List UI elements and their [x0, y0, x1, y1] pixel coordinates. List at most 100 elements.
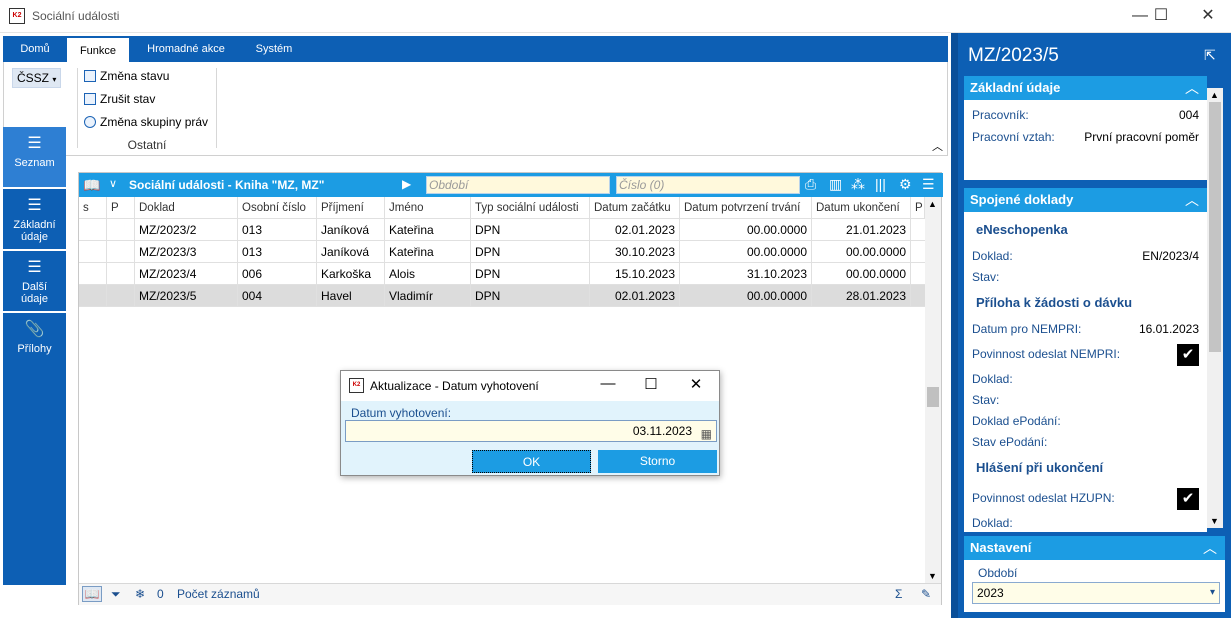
- chevron-down-icon[interactable]: ▼: [1210, 516, 1219, 526]
- dropdown-icon[interactable]: ▾: [1210, 583, 1215, 603]
- sum-icon[interactable]: Σ: [895, 587, 902, 601]
- cell: MZ/2023/2: [135, 219, 238, 241]
- state2-label: Stav:: [972, 393, 1000, 407]
- cssz-button[interactable]: ČSSZ ▾: [12, 68, 62, 88]
- cell: 00.00.0000: [812, 263, 911, 285]
- table-row[interactable]: MZ/2023/4 006 Karkoška Alois DPN 15.10.2…: [79, 263, 925, 285]
- edit-icon[interactable]: ✎: [921, 587, 931, 601]
- chevron-down-icon[interactable]: ▼: [928, 571, 937, 581]
- collapse-ribbon-icon[interactable]: ︿: [932, 138, 943, 154]
- cell: [79, 219, 107, 241]
- hierarchy-icon[interactable]: ⁂: [851, 176, 865, 193]
- doc3-row: Doklad:: [972, 516, 1199, 532]
- cell: Janíková: [317, 241, 385, 263]
- column-header[interactable]: Doklad: [135, 197, 238, 219]
- table-row[interactable]: MZ/2023/5 004 Havel Vladimír DPN 02.01.2…: [79, 285, 925, 307]
- column-header[interactable]: Datum začátku: [590, 197, 680, 219]
- period-field[interactable]: 2023 ▾: [972, 582, 1220, 604]
- calendar-icon[interactable]: ▦: [701, 424, 712, 444]
- filter-icon[interactable]: ⏷: [111, 587, 121, 602]
- close-button[interactable]: ✕: [1185, 0, 1231, 32]
- cell: DPN: [471, 263, 590, 285]
- detail-scrollbar[interactable]: ▲ ▼: [1207, 88, 1223, 528]
- cell: 15.10.2023: [590, 263, 680, 285]
- column-header[interactable]: s: [79, 197, 107, 219]
- column-header[interactable]: Osobní číslo: [238, 197, 317, 219]
- group-label-ostatni: Ostatní: [127, 138, 167, 152]
- scroll-thumb[interactable]: [1209, 102, 1221, 352]
- chevron-up-icon[interactable]: ︿: [1185, 76, 1199, 100]
- grid-title: Sociální události - Kniha "MZ, MZ": [129, 178, 325, 192]
- cell: Vladimír: [385, 285, 471, 307]
- doc-value[interactable]: EN/2023/4: [1142, 249, 1199, 263]
- popout-icon[interactable]: ⇱: [1204, 47, 1216, 64]
- change-state-button[interactable]: Změna stavu: [84, 69, 169, 83]
- book-icon[interactable]: 📖: [82, 586, 102, 602]
- cancel-state-label: Zrušit stav: [100, 92, 156, 106]
- lock-icon: [84, 116, 96, 128]
- period-filter-input[interactable]: Období: [426, 176, 610, 194]
- nav-prilohy[interactable]: 📎 Přílohy: [3, 313, 66, 373]
- column-header[interactable]: Typ sociální události: [471, 197, 590, 219]
- nav-seznam[interactable]: ☰ Seznam: [3, 127, 66, 187]
- tab-domu[interactable]: Domů: [3, 36, 67, 62]
- column-header[interactable]: Datum potvrzení trvání: [680, 197, 812, 219]
- cancel-button[interactable]: Storno: [598, 450, 717, 473]
- chevron-up-icon[interactable]: ︿: [1203, 536, 1217, 560]
- column-header[interactable]: P: [911, 197, 925, 219]
- hzupn-label: Povinnost odeslat HZUPN:: [972, 491, 1115, 505]
- chevron-down-icon[interactable]: ∨: [109, 177, 117, 190]
- grid-scrollbar[interactable]: ▲ ▼: [925, 197, 941, 583]
- minimize-button[interactable]: —: [593, 375, 623, 392]
- cell: Karkoška: [317, 263, 385, 285]
- snowflake-icon[interactable]: ❄: [135, 587, 145, 601]
- epodani-state-label: Stav ePodání:: [972, 435, 1048, 449]
- pane-splitter[interactable]: [951, 33, 958, 618]
- number-search-input[interactable]: Číslo (0): [616, 176, 800, 194]
- play-arrow-icon[interactable]: ▶: [402, 177, 411, 191]
- chevron-up-icon[interactable]: ▲: [928, 199, 937, 209]
- cell: [79, 263, 107, 285]
- ribbon-tabs: Domů Funkce Hromadné akce Systém: [3, 36, 948, 64]
- column-header[interactable]: P: [107, 197, 135, 219]
- table-row[interactable]: MZ/2023/2 013 Janíková Kateřina DPN 02.0…: [79, 219, 925, 241]
- menu-icon[interactable]: ☰: [922, 176, 935, 193]
- print-icon[interactable]: ⎙: [805, 176, 816, 193]
- period-label: Období: [978, 566, 1018, 580]
- chevron-up-icon[interactable]: ︿: [1185, 188, 1199, 212]
- cell: Kateřina: [385, 219, 471, 241]
- cell: MZ/2023/5: [135, 285, 238, 307]
- checkmark-icon[interactable]: ✔: [1177, 344, 1199, 366]
- table-row[interactable]: MZ/2023/3 013 Janíková Kateřina DPN 30.1…: [79, 241, 925, 263]
- nav-dalsi-udaje[interactable]: ☰ Další údaje: [3, 251, 66, 311]
- columns-icon[interactable]: |||: [875, 176, 886, 192]
- checkmark-icon[interactable]: ✔: [1177, 488, 1199, 510]
- section-header-basic[interactable]: Základní údaje ︿: [964, 76, 1207, 100]
- close-button[interactable]: ✕: [681, 375, 711, 393]
- change-rights-group-button[interactable]: Změna skupiny práv: [84, 115, 208, 129]
- cancel-state-button[interactable]: Zrušit stav: [84, 92, 155, 106]
- tab-system[interactable]: Systém: [243, 36, 305, 62]
- section-header-settings[interactable]: Nastavení ︿: [964, 536, 1225, 560]
- window-titlebar: K2 Sociální události — ☐ ✕: [0, 0, 1231, 33]
- date-field[interactable]: 03.11.2023 ▦: [345, 420, 717, 442]
- column-header[interactable]: Datum ukončení: [812, 197, 911, 219]
- nav-zakladni-udaje[interactable]: ☰ Základní údaje: [3, 189, 66, 249]
- epodani-doc-row: Doklad ePodání:: [972, 414, 1199, 434]
- chart-icon[interactable]: ▥: [829, 176, 842, 193]
- section-title: Spojené doklady: [970, 192, 1074, 207]
- maximize-button[interactable]: ☐: [1138, 0, 1184, 32]
- maximize-button[interactable]: ☐: [636, 375, 666, 393]
- column-header[interactable]: Příjmení: [317, 197, 385, 219]
- book-icon[interactable]: 📖: [83, 177, 100, 194]
- column-header[interactable]: Jméno: [385, 197, 471, 219]
- gear-icon[interactable]: ⚙: [899, 176, 912, 193]
- ok-button[interactable]: OK: [472, 450, 591, 473]
- scroll-thumb[interactable]: [927, 387, 939, 407]
- section-header-linked[interactable]: Spojené doklady ︿: [964, 188, 1207, 212]
- cell: [107, 241, 135, 263]
- hzupn-row: Povinnost odeslat HZUPN: ✔: [972, 488, 1199, 511]
- chevron-up-icon[interactable]: ▲: [1210, 90, 1219, 100]
- tab-funkce[interactable]: Funkce: [67, 38, 129, 64]
- tab-hromadne-akce[interactable]: Hromadné akce: [129, 36, 243, 62]
